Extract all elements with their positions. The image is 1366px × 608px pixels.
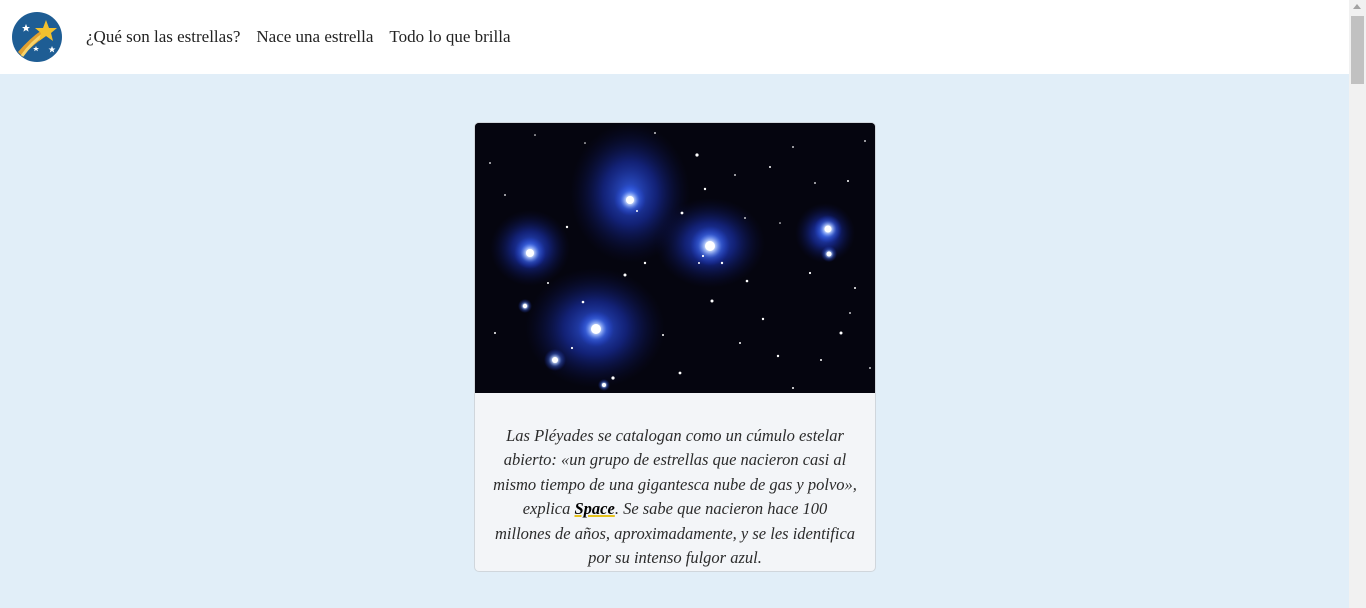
main-nav: ¿Qué son las estrellas? Nace una estrell… — [86, 0, 511, 74]
nav-link-que-son[interactable]: ¿Qué son las estrellas? — [86, 27, 240, 47]
navbar: ¿Qué son las estrellas? Nace una estrell… — [0, 0, 1349, 74]
nav-link-nace[interactable]: Nace una estrella — [256, 27, 373, 47]
shooting-star-icon[interactable] — [12, 12, 62, 62]
info-card: Las Pléyades se catalogan como un cúmulo… — [474, 122, 876, 572]
vertical-scrollbar[interactable] — [1349, 0, 1366, 608]
nav-link-todo[interactable]: Todo lo que brilla — [389, 27, 510, 47]
scroll-up-arrow-icon[interactable] — [1353, 4, 1361, 9]
pleiades-photo — [475, 123, 875, 393]
scroll-thumb[interactable] — [1351, 16, 1364, 84]
space-source-link[interactable]: Space — [574, 499, 614, 518]
card-caption: Las Pléyades se catalogan como un cúmulo… — [475, 410, 875, 571]
